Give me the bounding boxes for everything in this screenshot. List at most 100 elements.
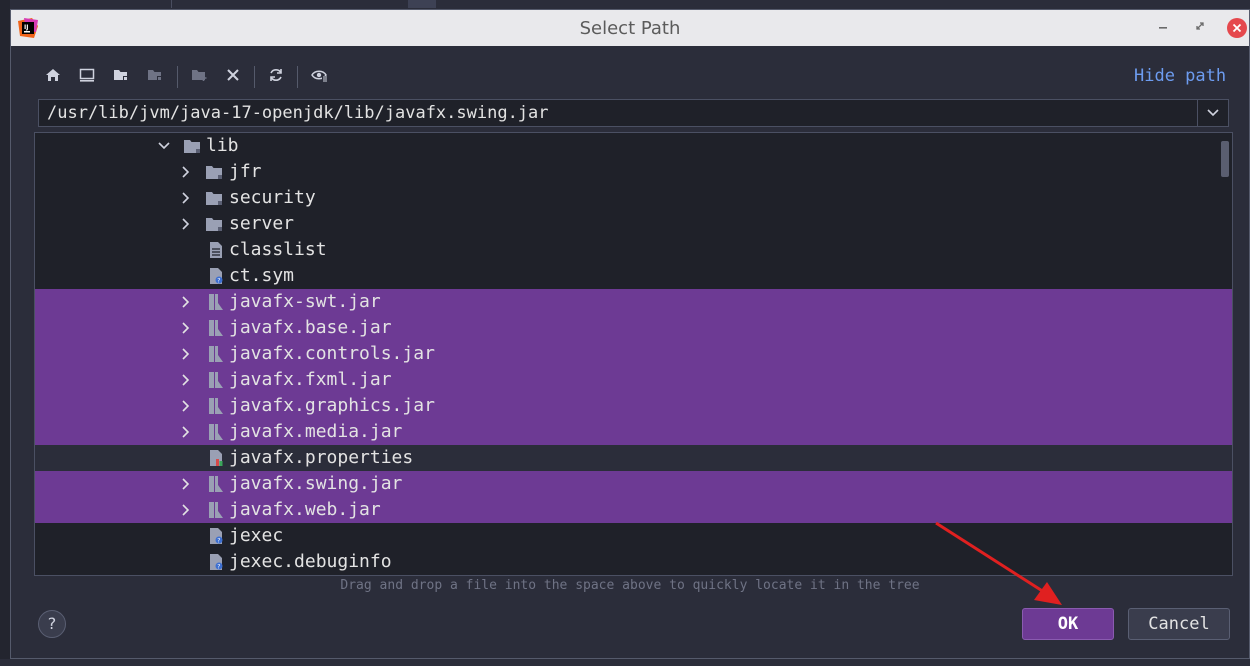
tree-item-label: security [229, 187, 316, 208]
chevron-right-icon[interactable] [179, 162, 193, 182]
title-bar[interactable]: IJ Select Path [11, 10, 1249, 46]
help-button[interactable]: ? [38, 610, 66, 638]
chevron-right-icon[interactable] [179, 188, 193, 208]
select-path-dialog: IJ Select Path Hide path /usr/lib/jvm/ja… [10, 9, 1250, 659]
tree-scrollbar-thumb[interactable] [1221, 141, 1229, 177]
toolbar-separator [254, 66, 255, 88]
tree-item-label: javafx.controls.jar [229, 343, 435, 364]
path-history-dropdown[interactable] [1197, 100, 1228, 126]
chevron-down-icon [1207, 109, 1219, 117]
jar-archive-icon [209, 424, 223, 440]
tree-row[interactable]: ? jexec.debuginfo [35, 549, 1232, 575]
unknown-file-icon: ? [210, 268, 223, 285]
chevron-right-icon[interactable] [179, 370, 193, 390]
tree-row[interactable]: javafx.controls.jar [35, 341, 1232, 367]
tree-row[interactable]: javafx.media.jar [35, 419, 1232, 445]
chevron-right-icon[interactable] [179, 214, 193, 234]
refresh-icon [270, 69, 282, 81]
project-folder-icon [114, 70, 128, 81]
chevron-right-icon[interactable] [179, 318, 193, 338]
tree-row[interactable]: classlist [35, 237, 1232, 263]
delete-icon [227, 69, 239, 81]
tree-item-label: jexec.debuginfo [229, 551, 392, 572]
tree-item-label: javafx.web.jar [229, 499, 381, 520]
chevron-right-icon[interactable] [179, 396, 193, 416]
path-input-text: /usr/lib/jvm/java-17-openjdk/lib/javafx.… [47, 103, 549, 123]
chevron-right-icon[interactable] [179, 500, 193, 520]
svg-text:?: ? [217, 564, 220, 571]
close-button[interactable] [1227, 18, 1247, 38]
drag-drop-hint: Drag and drop a file into the space abov… [340, 578, 920, 593]
tree-row[interactable]: lib [35, 133, 1232, 159]
maximize-button[interactable] [1190, 18, 1210, 38]
project-folder-button[interactable] [109, 62, 133, 88]
module-folder-button[interactable] [143, 62, 167, 88]
new-folder-button[interactable] [187, 62, 211, 88]
tree-row[interactable]: jfr [35, 159, 1232, 185]
tree-item-label: javafx.media.jar [229, 421, 403, 442]
tree-row[interactable]: javafx.base.jar [35, 315, 1232, 341]
tree-row[interactable]: javafx.graphics.jar [35, 393, 1232, 419]
tree-item-label: javafx.base.jar [229, 317, 392, 338]
hide-path-link[interactable]: Hide path [1134, 66, 1226, 86]
home-button[interactable] [41, 62, 65, 88]
file-tree[interactable]: lib jfr security server classlist ? ct.s… [34, 132, 1233, 576]
jar-archive-icon [209, 476, 223, 492]
tree-row[interactable]: ? jexec [35, 523, 1232, 549]
tree-row[interactable]: javafx.fxml.jar [35, 367, 1232, 393]
background-app-bottom [0, 659, 1250, 666]
background-divider [171, 0, 172, 8]
delete-button[interactable] [221, 62, 245, 88]
home-icon [46, 69, 60, 81]
tree-row[interactable]: server [35, 211, 1232, 237]
unknown-file-icon: ? [210, 554, 223, 571]
jar-archive-icon [209, 346, 223, 362]
cancel-button[interactable]: Cancel [1128, 608, 1230, 640]
minimize-icon [1159, 27, 1167, 29]
tree-item-label: javafx.properties [229, 447, 414, 468]
tree-item-label: javafx-swt.jar [229, 291, 381, 312]
close-icon [1232, 23, 1242, 33]
chevron-right-icon[interactable] [179, 292, 193, 312]
toolbar-separator [297, 66, 298, 88]
jar-archive-icon [209, 398, 223, 414]
folder-icon [206, 166, 222, 179]
ok-button[interactable]: OK [1022, 608, 1114, 640]
svg-text:?: ? [217, 278, 220, 285]
tree-row[interactable]: javafx.web.jar [35, 497, 1232, 523]
minimize-button[interactable] [1153, 18, 1173, 38]
jar-archive-icon [209, 372, 223, 388]
tree-row[interactable]: ? ct.sym [35, 263, 1232, 289]
tree-item-label: classlist [229, 239, 327, 260]
show-hidden-icon [311, 70, 328, 82]
folder-icon [184, 140, 200, 153]
jar-archive-icon [209, 502, 223, 518]
tree-row[interactable]: javafx.swing.jar [35, 471, 1232, 497]
tree-row[interactable]: javafx.properties [35, 445, 1232, 471]
folder-icon [206, 218, 222, 231]
tree-item-label: lib [206, 135, 239, 156]
tree-row[interactable]: security [35, 185, 1232, 211]
jar-archive-icon [209, 294, 223, 310]
path-field[interactable]: /usr/lib/jvm/java-17-openjdk/lib/javafx.… [38, 99, 1229, 127]
properties-file-icon [210, 450, 223, 466]
show-hidden-button[interactable] [308, 62, 332, 88]
tree-item-label: javafx.graphics.jar [229, 395, 435, 416]
desktop-button[interactable] [75, 62, 99, 88]
chevron-down-icon[interactable] [157, 136, 171, 156]
chevron-right-icon[interactable] [179, 474, 193, 494]
tree-item-label: jexec [229, 525, 284, 546]
jar-archive-icon [209, 320, 223, 336]
chevron-right-icon[interactable] [179, 422, 193, 442]
chevron-right-icon[interactable] [179, 344, 193, 364]
tree-row[interactable]: javafx-swt.jar [35, 289, 1232, 315]
svg-text:?: ? [217, 538, 220, 545]
module-folder-icon [148, 70, 162, 81]
tree-item-label: javafx.fxml.jar [229, 369, 392, 390]
tree-item-label: javafx.swing.jar [229, 473, 403, 494]
restore-icon [1196, 22, 1204, 30]
tree-item-label: ct.sym [229, 265, 295, 286]
tree-item-label: server [229, 213, 295, 234]
background-tab-marker [408, 0, 436, 8]
refresh-button[interactable] [264, 62, 288, 88]
